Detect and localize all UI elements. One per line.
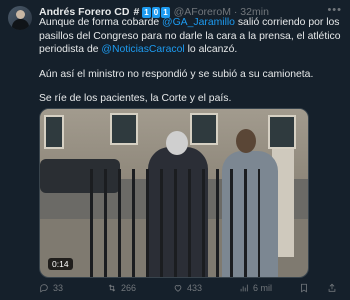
- retweet-count: 266: [121, 283, 137, 293]
- heart-icon: [174, 285, 182, 292]
- reply-icon: [40, 284, 48, 293]
- p1-post: lo alcanzó.: [184, 44, 238, 55]
- view-count: 6 mil: [253, 283, 273, 293]
- views-button[interactable]: 6 mil: [239, 283, 272, 293]
- tweet-actions: 33 266 433 6 mil: [39, 283, 344, 297]
- p1-pre: Aunque de forma cobarde: [39, 17, 163, 28]
- retweet-icon: [108, 284, 116, 292]
- video-frame-person-head: [236, 129, 256, 153]
- video-timestamp: 0:14: [48, 258, 73, 270]
- tweet-paragraph-1: Aunque de forma cobarde @GA_Jaramillo sa…: [39, 16, 344, 57]
- avatar-body: [12, 19, 29, 30]
- bookmark-icon: [301, 283, 307, 293]
- retweet-button[interactable]: 266: [107, 283, 136, 293]
- mention-link-1[interactable]: @GA_Jaramillo: [162, 17, 235, 28]
- video-frame-window: [44, 115, 64, 149]
- video-frame-person-head: [166, 131, 188, 155]
- share-icon: [328, 283, 336, 292]
- video-frame-fence: [90, 169, 260, 277]
- like-count: 433: [187, 283, 203, 293]
- tweet-paragraph-2: Aún así el ministro no respondió y se su…: [39, 68, 314, 80]
- reply-count: 33: [53, 283, 64, 293]
- avatar-head: [16, 10, 25, 19]
- video-player[interactable]: 0:14: [39, 108, 309, 278]
- video-frame-window: [268, 115, 296, 149]
- video-frame-window: [190, 113, 218, 145]
- share-button[interactable]: [327, 283, 337, 293]
- more-options-icon[interactable]: •••: [327, 4, 342, 16]
- bar-chart-icon: [240, 284, 248, 292]
- mention-link-2[interactable]: @NoticiasCaracol: [101, 44, 184, 55]
- bookmark-button[interactable]: [299, 283, 309, 293]
- like-button[interactable]: 433: [173, 283, 202, 293]
- reply-button[interactable]: 33: [39, 283, 63, 293]
- tweet-text: Aunque de forma cobarde @GA_Jaramillo sa…: [39, 16, 344, 106]
- video-frame-window: [110, 113, 138, 145]
- author-avatar[interactable]: [8, 6, 32, 30]
- tweet-paragraph-3: Se ríe de los pacientes, la Corte y el p…: [39, 93, 232, 104]
